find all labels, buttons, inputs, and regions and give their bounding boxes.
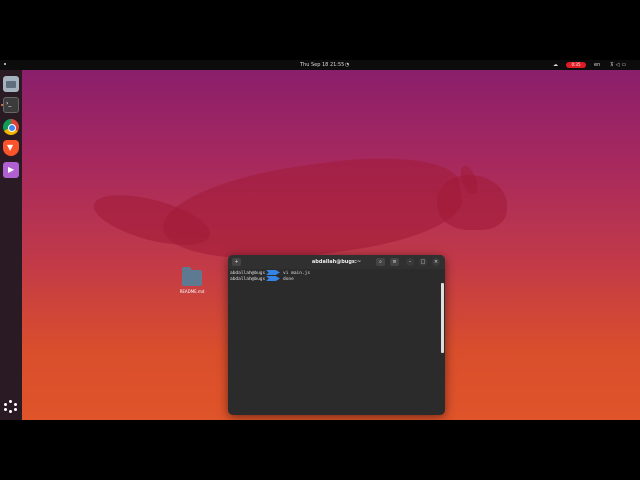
terminal-app-icon[interactable] xyxy=(3,97,19,113)
terminal-line: abdallah@bugs done xyxy=(230,276,435,282)
terminal-output[interactable]: abdallah@bugs vi main.js abdallah@bugs don… xyxy=(230,270,435,282)
running-indicator xyxy=(1,104,3,106)
maximize-icon[interactable]: □ xyxy=(419,258,427,266)
video-player-app-icon[interactable] xyxy=(3,162,19,178)
chrome-app-icon[interactable] xyxy=(3,119,19,135)
prompt-chevron-icon xyxy=(266,270,280,275)
notification-bell-icon[interactable]: ◔ xyxy=(345,60,349,70)
files-app-icon[interactable] xyxy=(3,76,19,92)
show-apps-icon[interactable] xyxy=(4,400,17,413)
recording-indicator[interactable]: 0:35 xyxy=(566,62,586,68)
terminal-window[interactable]: + abdallah@bugs:~ ⌕ ≡ – □ × abdallah@bug… xyxy=(228,255,445,415)
desktop-file-label: README.md xyxy=(179,289,205,294)
network-icon[interactable]: ☁ xyxy=(553,60,558,70)
dock xyxy=(0,70,22,420)
system-tray[interactable]: ⊼◁▭ xyxy=(610,60,628,70)
keyboard-layout[interactable]: en xyxy=(594,60,600,70)
top-bar: Thu Sep 18 21:55 ◔ ☁ 0:35 en ⊼◁▭ xyxy=(0,60,640,85)
folder-icon xyxy=(182,267,202,286)
minimize-icon[interactable]: – xyxy=(406,258,414,266)
search-icon[interactable]: ⌕ xyxy=(376,258,385,266)
screen: Thu Sep 18 21:55 ◔ ☁ 0:35 en ⊼◁▭ README.… xyxy=(0,60,640,420)
prompt-chevron-icon xyxy=(266,276,280,281)
terminal-command: done xyxy=(283,277,294,282)
terminal-header-bar[interactable]: + abdallah@bugs:~ ⌕ ≡ – □ × xyxy=(228,255,445,269)
brave-app-icon[interactable] xyxy=(3,140,19,156)
desktop-file-readme[interactable]: README.md xyxy=(177,267,207,294)
power-icon: ▭ xyxy=(621,62,629,68)
terminal-scrollbar[interactable] xyxy=(441,283,444,353)
close-icon[interactable]: × xyxy=(432,258,440,266)
activities-button[interactable] xyxy=(4,63,9,85)
hamburger-menu-icon[interactable]: ≡ xyxy=(390,258,399,266)
terminal-prompt: abdallah@bugs xyxy=(230,277,266,282)
clock[interactable]: Thu Sep 18 21:55 xyxy=(300,60,344,70)
